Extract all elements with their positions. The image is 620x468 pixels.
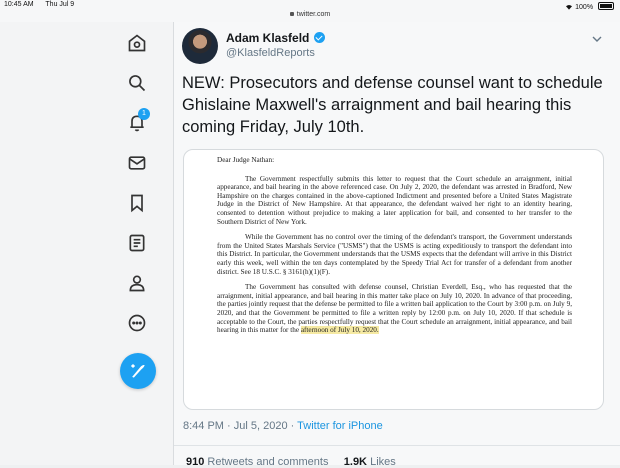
tweet-timestamp[interactable]: 8:44 PM · Jul 5, 2020 · [183, 420, 297, 432]
avatar[interactable] [182, 28, 218, 64]
explore-icon[interactable] [124, 70, 150, 96]
battery-icon [598, 2, 614, 10]
tweet-detail: Adam Klasfeld @KlasfeldReports NEW: Pros… [174, 22, 620, 468]
sidebar-nav: 1 [0, 22, 174, 465]
notification-badge: 1 [138, 108, 150, 120]
status-right: 100% [565, 1, 614, 11]
document-salutation: Dear Judge Nathan: [217, 156, 275, 164]
document-body: Dear Judge Nathan: The Government respec… [217, 156, 572, 342]
retweets-count: 910 [186, 456, 205, 468]
tweet-source-link[interactable]: Twitter for iPhone [297, 420, 383, 432]
divider [174, 445, 620, 446]
document-paragraph-3-text: The Government has consulted with defens… [217, 283, 572, 335]
tweet-stats: 910 Retweets and comments 1.9K Likes [186, 456, 396, 468]
chevron-down-icon[interactable] [592, 34, 602, 44]
likes-count: 1.9K [343, 456, 368, 468]
attached-document-image[interactable]: Dear Judge Nathan: The Government respec… [183, 149, 604, 410]
status-left: 10:45 AM Thu Jul 9 [4, 1, 84, 8]
battery-percent: 100% [575, 4, 594, 11]
address-bar[interactable]: twitter.com [0, 11, 620, 18]
status-date: Thu Jul 9 [45, 1, 75, 8]
url-text: twitter.com [296, 11, 331, 18]
retweets-stat[interactable]: 910 Retweets and comments [186, 456, 328, 468]
document-paragraph-2: While the Government has no control over… [217, 233, 572, 276]
likes-label: Likes [370, 456, 396, 468]
compose-tweet-icon [131, 364, 145, 378]
status-time: 10:45 AM [4, 1, 34, 8]
tweet-meta: 8:44 PM · Jul 5, 2020 · Twitter for iPho… [183, 420, 383, 432]
author-handle[interactable]: @KlasfeldReports [226, 47, 315, 59]
bookmarks-icon[interactable] [124, 190, 150, 216]
author-name[interactable]: Adam Klasfeld [226, 31, 309, 45]
tweet-text: NEW: Prosecutors and defense counsel wan… [182, 74, 603, 136]
document-highlight: afternoon of July 10, 2020. [300, 326, 379, 335]
retweets-label: Retweets and comments [207, 456, 329, 468]
wifi-icon [566, 4, 573, 10]
document-paragraph-1: The Government respectfully submits this… [217, 174, 572, 226]
likes-stat[interactable]: 1.9K Likes [344, 456, 396, 468]
more-icon[interactable] [124, 310, 150, 336]
home-icon[interactable] [124, 30, 150, 56]
messages-icon[interactable] [124, 150, 150, 176]
verified-badge-icon [314, 32, 325, 43]
lists-icon[interactable] [124, 230, 150, 256]
notifications-icon[interactable]: 1 [124, 108, 150, 136]
profile-icon[interactable] [124, 270, 150, 296]
document-paragraph-3: The Government has consulted with defens… [217, 283, 572, 335]
lock-icon [289, 12, 294, 16]
status-bar: 10:45 AM Thu Jul 9 twitter.com 100% [0, 0, 620, 22]
compose-tweet-button[interactable] [120, 353, 156, 389]
